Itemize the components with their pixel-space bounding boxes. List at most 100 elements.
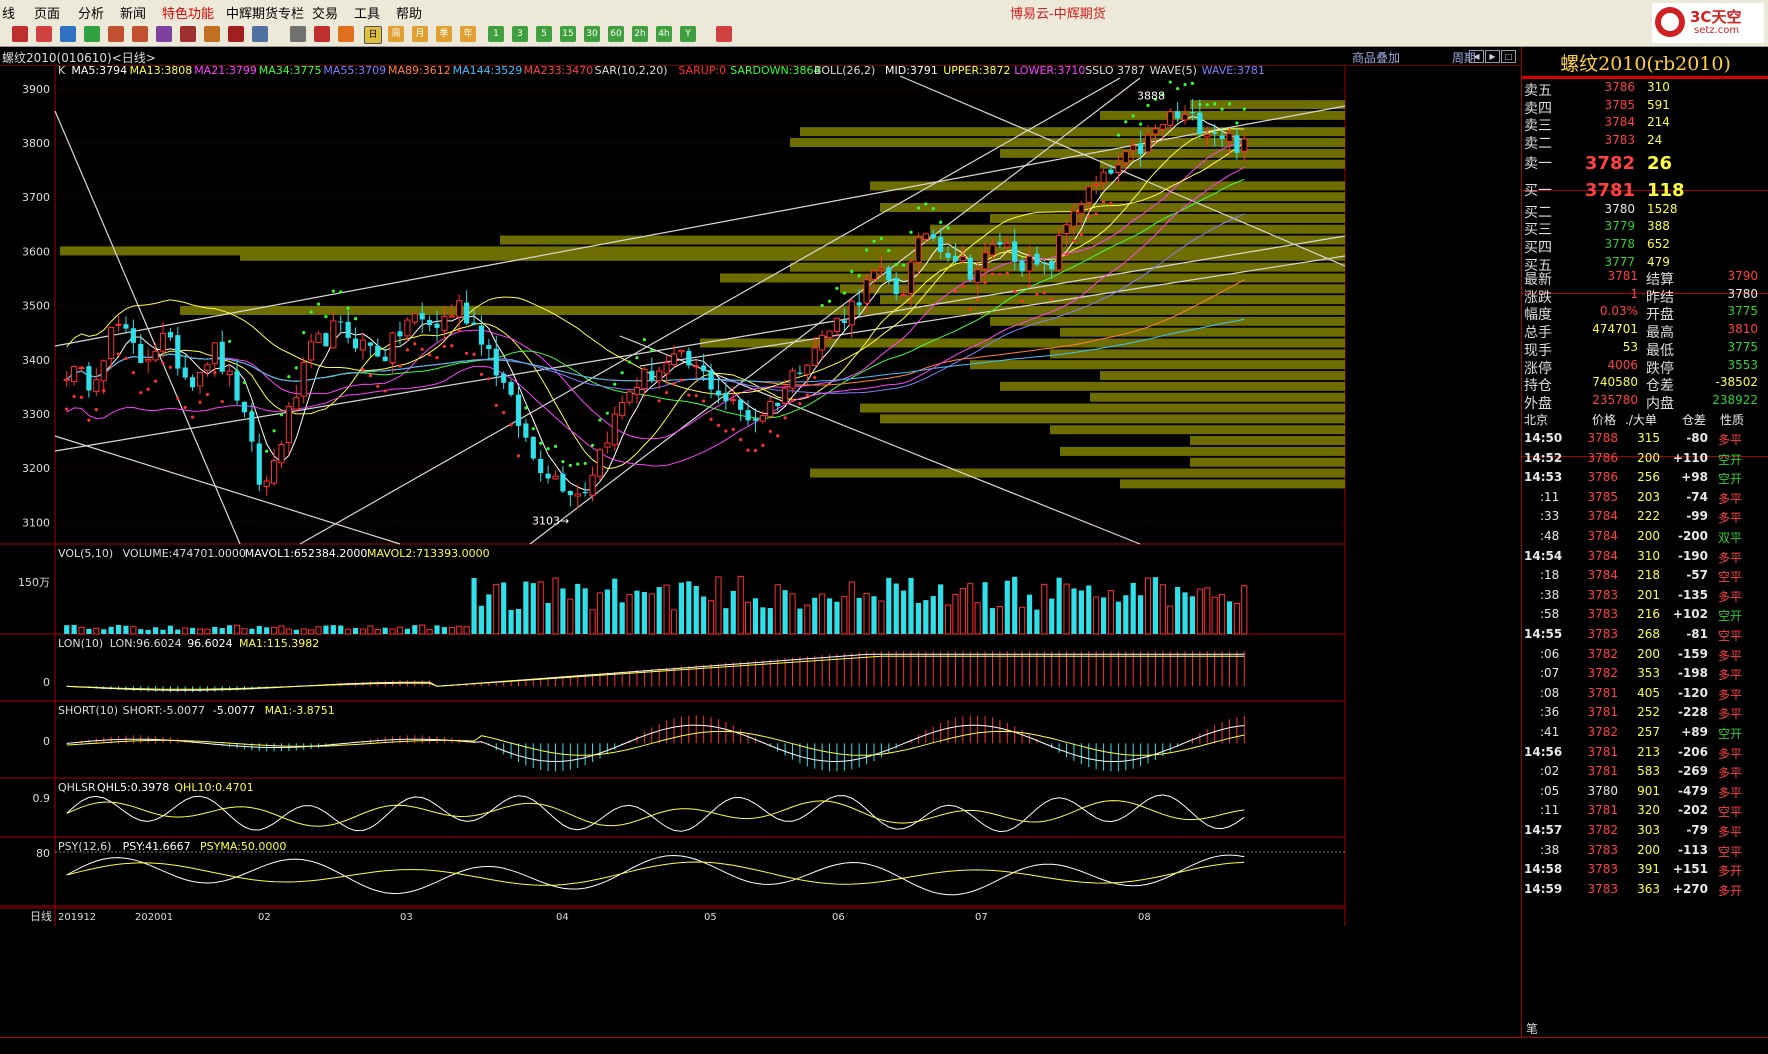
period-month-button[interactable]: 月 xyxy=(412,26,428,42)
period-5m-button[interactable]: 5 xyxy=(536,26,552,42)
candle-body xyxy=(693,365,700,368)
sar-dot xyxy=(716,423,721,427)
menu-item-help[interactable]: 帮助 xyxy=(396,3,422,22)
volume-bar xyxy=(300,628,307,635)
candle-body xyxy=(930,234,936,239)
candle-body xyxy=(427,319,433,326)
line-chart-icon[interactable] xyxy=(314,26,330,42)
sar-dot xyxy=(1005,271,1009,276)
candle-body xyxy=(1070,210,1078,227)
menu-item-trade[interactable]: 交易 xyxy=(312,3,338,22)
logo-sub: setz.com xyxy=(1694,25,1740,36)
overlay-link[interactable]: 商品叠加 xyxy=(1352,49,1400,66)
tick-oi-change: -190 xyxy=(1677,548,1708,563)
kline-icon[interactable] xyxy=(338,26,354,42)
volume-bar xyxy=(567,598,574,635)
menu-item-line[interactable]: 线 xyxy=(2,3,15,22)
volume-bar xyxy=(856,597,862,634)
volume-bar xyxy=(478,605,485,634)
sar-dot xyxy=(1146,103,1150,108)
sar-dot xyxy=(1072,239,1076,243)
period-4h-button[interactable]: 4h xyxy=(656,26,672,42)
bid-row: 买一 3781 118 xyxy=(1522,180,1768,201)
menu-item-tools[interactable]: 工具 xyxy=(354,3,380,22)
period-2h-button[interactable]: 2h xyxy=(632,26,648,42)
volume-profile-band xyxy=(1060,327,1345,337)
volume-bar xyxy=(352,628,359,634)
tick-type: 空平 xyxy=(1718,805,1743,820)
x-tick-label: 06 xyxy=(832,912,845,923)
logo-text: 3C天空 xyxy=(1690,8,1742,26)
x-tick-label: 03 xyxy=(400,912,413,923)
period-1m-button[interactable]: 1 xyxy=(488,26,504,42)
trade-tab[interactable]: 笔 xyxy=(1526,1020,1538,1037)
tick-price: 3784 xyxy=(1587,529,1618,543)
sar-dot xyxy=(568,463,572,467)
quote-icon[interactable] xyxy=(36,26,52,42)
period-year-button[interactable]: 年 xyxy=(460,26,476,42)
volume-bar xyxy=(767,608,773,634)
candle-body xyxy=(538,458,544,473)
tick-time: 14:55 xyxy=(1524,627,1563,641)
settings-icon[interactable] xyxy=(252,26,268,42)
menu-item-analysis[interactable]: 分析 xyxy=(78,3,104,22)
period-15m-button[interactable]: 15 xyxy=(560,26,576,42)
period-30m-button[interactable]: 30 xyxy=(584,26,600,42)
candle-body xyxy=(1219,135,1225,139)
sar-dot xyxy=(161,361,165,365)
candle-body xyxy=(656,370,663,382)
volume-bar xyxy=(145,629,151,634)
tick-volume: 222 xyxy=(1637,509,1660,524)
candle-body xyxy=(226,370,233,375)
period-custom-button[interactable]: Y xyxy=(680,26,696,42)
volume-profile-band xyxy=(720,273,1345,283)
sar-dot xyxy=(479,372,484,377)
filter-icon[interactable] xyxy=(228,26,244,42)
main-indicator-text: SARDOWN:3864 xyxy=(730,66,820,77)
sar-dot xyxy=(953,289,958,293)
zoom-out-icon[interactable] xyxy=(132,26,148,42)
psy-indicator-text: PSY(12,6) xyxy=(58,840,111,853)
volume-bar xyxy=(434,625,440,634)
sar-dot xyxy=(598,418,602,422)
tick-type: 多平 xyxy=(1718,825,1743,839)
tick-type: 多平 xyxy=(1718,746,1743,761)
tick-type: 空开 xyxy=(1718,472,1743,487)
candle-body xyxy=(922,233,929,240)
calendar-icon[interactable] xyxy=(716,26,732,42)
volume-bar xyxy=(152,627,159,634)
volume-bar xyxy=(686,581,692,634)
period-60m-button[interactable]: 60 xyxy=(608,26,624,42)
menu-item-column[interactable]: 中辉期货专栏 xyxy=(226,3,304,22)
candle-body xyxy=(456,300,463,318)
refresh-icon[interactable] xyxy=(84,26,100,42)
list-icon[interactable] xyxy=(60,26,76,42)
pen-icon[interactable] xyxy=(204,26,220,42)
volume-bar xyxy=(426,629,433,635)
indicator-line xyxy=(66,724,1245,763)
menu-item-features[interactable]: 特色功能 xyxy=(162,3,214,22)
period-quarter-button[interactable]: 季 xyxy=(436,26,452,42)
period-day-button[interactable]: 日 xyxy=(364,26,382,44)
window-icon[interactable] xyxy=(156,26,172,42)
menu-item-page[interactable]: 页面 xyxy=(34,3,60,22)
kline-chart[interactable]: 3888 3103→ 3900 3800 3700 3600 3500 3400 3300 32… xyxy=(0,66,1520,1036)
price-tick-label: 3900 xyxy=(22,83,50,96)
candle-body xyxy=(833,317,841,333)
table-icon[interactable] xyxy=(290,26,306,42)
draw-icon[interactable] xyxy=(180,26,196,42)
tick-volume: 201 xyxy=(1637,587,1660,602)
main-indicator-text: MA144:3529 xyxy=(453,66,523,77)
zoom-in-icon[interactable] xyxy=(108,26,124,42)
period-3m-button[interactable]: 3 xyxy=(512,26,528,42)
nav-max-icon[interactable]: □ xyxy=(1501,50,1516,63)
home-icon[interactable] xyxy=(12,26,28,42)
period-week-button[interactable]: 周 xyxy=(388,26,404,42)
volume-profile-band xyxy=(240,251,1345,261)
nav-next-icon[interactable]: ▶ xyxy=(1485,50,1500,63)
candle-body xyxy=(633,386,641,395)
menu-item-news[interactable]: 新闻 xyxy=(120,3,146,22)
tick-oi-change: -200 xyxy=(1677,529,1708,543)
volume-bar xyxy=(123,625,129,634)
nav-prev-icon[interactable]: ◀ xyxy=(1469,50,1484,63)
